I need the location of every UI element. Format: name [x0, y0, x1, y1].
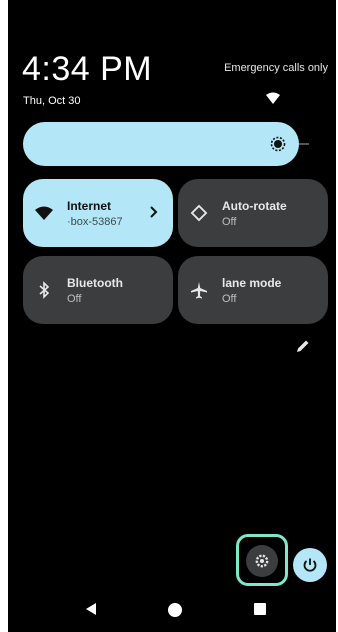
tile-label: Auto-rotate	[222, 199, 287, 213]
wifi-icon	[35, 206, 53, 220]
home-icon[interactable]	[168, 603, 182, 617]
chevron-right-icon[interactable]	[149, 204, 159, 220]
tile-internet[interactable]: Internet ·box-53867	[23, 179, 173, 247]
power-button[interactable]	[293, 548, 327, 582]
gear-icon	[255, 554, 269, 568]
tile-label: Internet	[67, 199, 112, 213]
network-status: Emergency calls only	[224, 62, 328, 74]
power-icon	[303, 558, 317, 572]
back-icon[interactable]	[84, 602, 98, 616]
tile-airplane-mode[interactable]: lane mode Off	[178, 256, 328, 324]
brightness-track	[299, 143, 309, 145]
tile-bluetooth[interactable]: Bluetooth Off	[23, 256, 173, 324]
clock[interactable]: 4:34 PM	[22, 50, 152, 89]
tile-auto-rotate[interactable]: Auto-rotate Off	[178, 179, 328, 247]
airplane-icon	[191, 282, 207, 299]
bluetooth-icon	[39, 281, 50, 299]
recents-icon[interactable]	[254, 603, 266, 615]
tile-sublabel: ·box-53867	[67, 216, 123, 228]
tile-label: Bluetooth	[67, 276, 123, 290]
edit-icon[interactable]	[295, 338, 311, 354]
tile-sublabel: Off	[222, 216, 237, 228]
wifi-status-icon	[266, 92, 280, 104]
rotate-icon	[190, 204, 208, 222]
date[interactable]: Thu, Oct 30	[23, 95, 80, 107]
quick-settings-panel: 4:34 PM Thu, Oct 30 Emergency calls only…	[8, 0, 336, 632]
brightness-icon	[270, 136, 286, 152]
tile-sublabel: Off	[222, 293, 237, 305]
settings-button[interactable]	[246, 545, 278, 577]
brightness-slider[interactable]	[23, 122, 299, 166]
navigation-bar	[8, 596, 336, 624]
tile-label: lane mode	[222, 276, 282, 290]
tile-sublabel: Off	[67, 293, 82, 305]
